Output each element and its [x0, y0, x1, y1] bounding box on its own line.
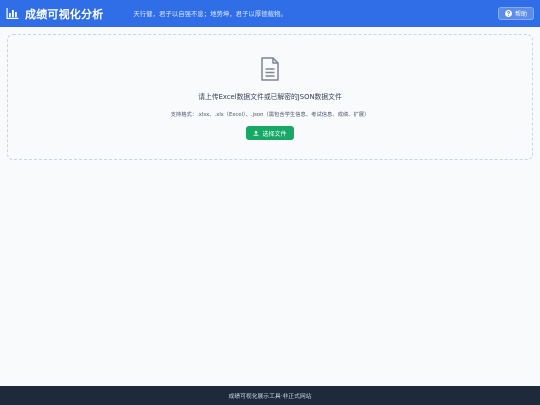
upload-prompt: 请上传Excel数据文件或已解密的JSON数据文件 — [198, 93, 342, 101]
app-title: 成绩可视化分析 — [25, 7, 104, 21]
upload-dropzone[interactable]: 请上传Excel数据文件或已解密的JSON数据文件 支持格式：.xlsx、.xl… — [7, 34, 533, 160]
brand: 成绩可视化分析 — [6, 6, 103, 22]
bar-chart-icon — [6, 7, 19, 20]
help-button[interactable]: 帮助 — [497, 7, 534, 20]
select-file-button[interactable]: 选择文件 — [246, 126, 294, 140]
top-header: 成绩可视化分析 天行健，君子以自强不息；地势坤，君子以厚德载物。 帮助 — [0, 0, 540, 27]
upload-icon — [253, 130, 259, 136]
page-footer: 成绩可视化展示工具·非正式网站 — [0, 386, 540, 405]
supported-formats: 支持格式：.xlsx、.xls（Excel）、.json（需包含学生信息、考试信… — [170, 112, 370, 118]
select-file-label: 选择文件 — [262, 130, 287, 138]
file-icon — [260, 35, 280, 85]
footer-text: 成绩可视化展示工具·非正式网站 — [228, 394, 312, 400]
app-root: 成绩可视化分析 天行健，君子以自强不息；地势坤，君子以厚德载物。 帮助 请上传E… — [0, 0, 540, 405]
help-label: 帮助 — [514, 11, 527, 18]
question-circle-icon — [504, 10, 512, 17]
header-slogan: 天行健，君子以自强不息；地势坤，君子以厚德载物。 — [133, 10, 287, 18]
